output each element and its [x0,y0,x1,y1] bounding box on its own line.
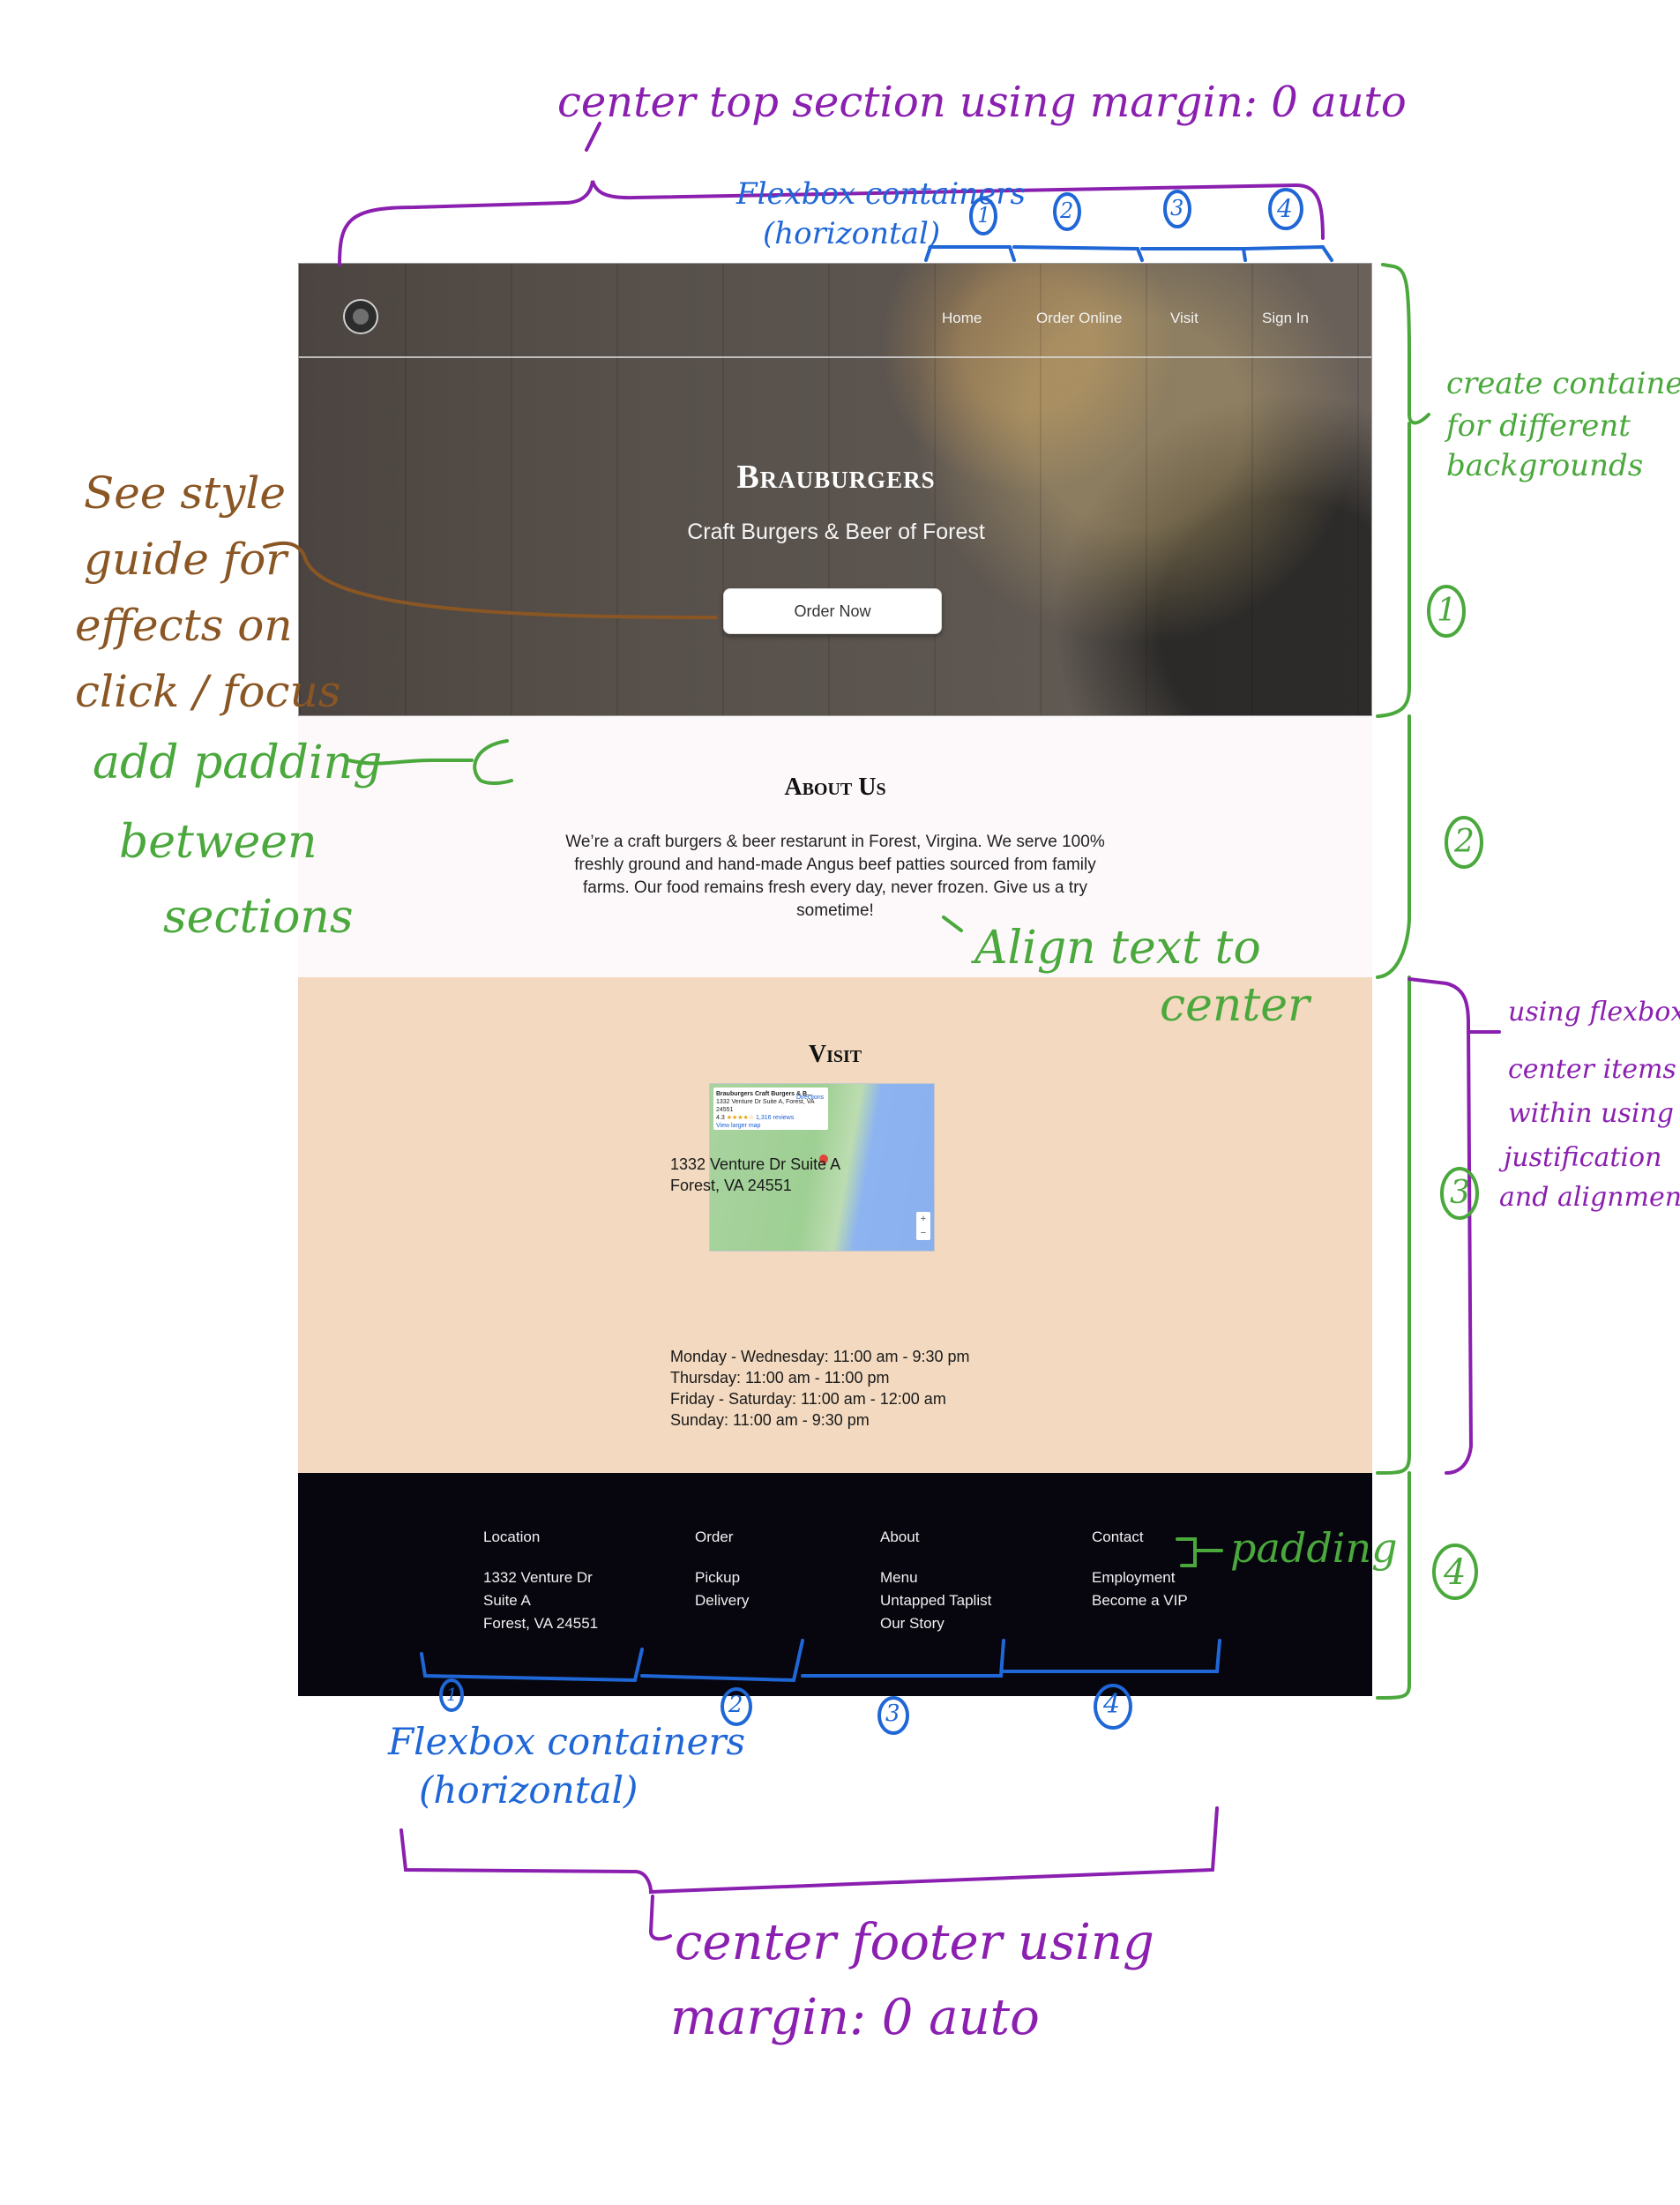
flex-number: 4 [1103,1689,1121,1720]
annotation-center-footer-1: center footer using [675,1914,1154,1971]
annotation-flexbox-top-line2: (horizontal) [763,216,941,251]
annotation-padding: padding [1230,1524,1398,1572]
annotation-create-containers-2: for different [1446,408,1631,444]
flex-number: 1 [446,1684,458,1705]
flex-number: 4 [1277,194,1293,223]
flex-number: 1 [977,203,991,228]
annotation-style-guide-4: click / focus [75,666,341,717]
annotation-strokes [263,122,1501,1941]
annotation-create-containers-1: create containers [1446,366,1680,401]
annotation-flexbox-bottom-1: Flexbox containers [388,1720,746,1763]
annotation-flexbox-center-4: justification [1504,1142,1662,1173]
annotation-add-padding-3: sections [163,891,354,944]
section-number: 2 [1454,824,1475,860]
flex-number: 3 [1170,196,1184,220]
annotation-create-containers-3: backgrounds [1446,448,1644,483]
annotation-style-guide-3: effects on [75,600,293,651]
flex-number: 2 [728,1692,743,1718]
annotation-center-footer-2: margin: 0 auto [670,1989,1040,2046]
section-number: 3 [1450,1175,1470,1211]
annotation-flexbox-bottom-2: (horizontal) [419,1768,638,1812]
annotation-add-padding-2: between [119,816,317,869]
annotation-center-top: center top section using margin: 0 auto [557,78,1407,127]
annotation-style-guide-1: See style [84,467,286,519]
flex-number: 2 [1060,198,1074,223]
section-number: 4 [1444,1552,1467,1593]
annotation-flexbox-center-5: and alignment [1499,1182,1680,1213]
annotation-add-padding-1: add padding [93,736,383,789]
annotation-align-center-1: Align text to [974,922,1261,975]
annotation-flexbox-center-2: center items [1508,1054,1676,1085]
annotation-align-center-2: center [1160,979,1310,1032]
annotation-flexbox-center-1: using flexbox [1508,997,1680,1028]
annotation-flexbox-center-3: within using [1508,1098,1674,1129]
annotation-style-guide-2: guide for [84,534,287,585]
section-number: 1 [1437,593,1457,629]
flex-number: 3 [885,1700,900,1727]
